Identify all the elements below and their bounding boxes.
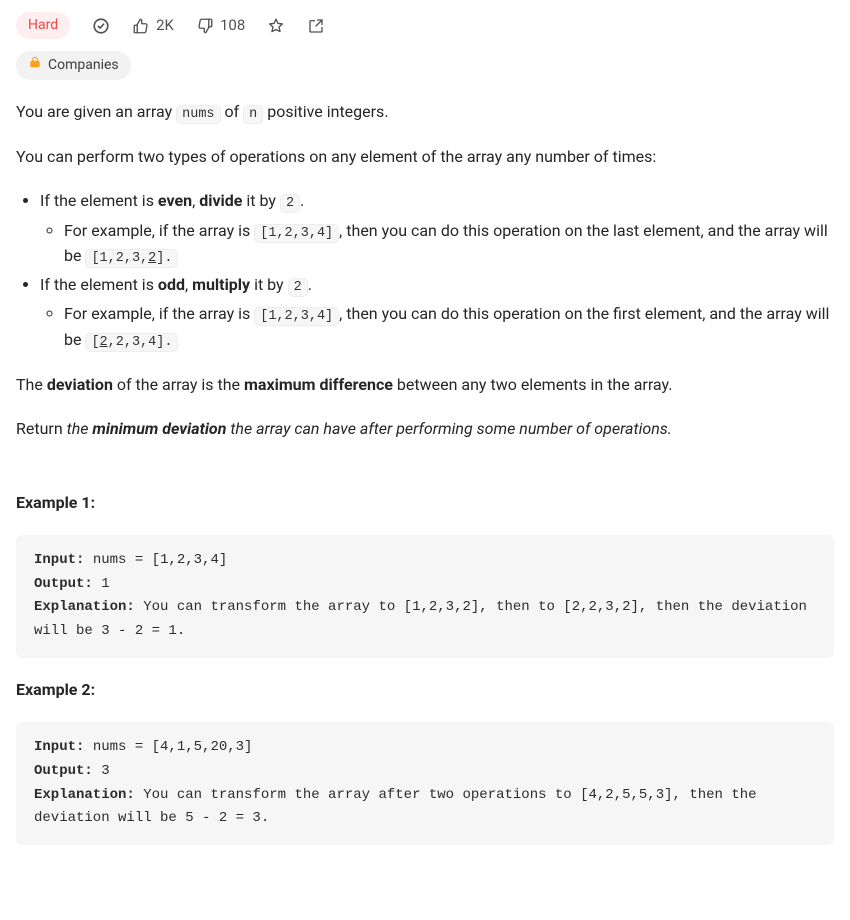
difficulty-badge: Hard — [16, 12, 70, 39]
thumbs-up-icon — [132, 17, 150, 35]
thumbs-down-icon — [196, 17, 214, 35]
dislikes-button[interactable]: 108 — [196, 14, 245, 37]
problem-header: Hard 2K 108 — [16, 12, 834, 39]
odd-example: For example, if the array is [1,2,3,4], … — [64, 302, 834, 353]
intro-paragraph: You are given an array nums of n positiv… — [16, 100, 834, 125]
problem-description: You are given an array nums of n positiv… — [16, 100, 834, 845]
favorite-button[interactable] — [267, 17, 285, 35]
example-1-label: Example 1: — [16, 491, 834, 515]
solved-check-icon[interactable] — [92, 17, 110, 35]
companies-label: Companies — [48, 55, 119, 76]
likes-count: 2K — [156, 14, 174, 37]
ops-list: If the element is even, divide it by 2. … — [16, 189, 834, 353]
deviation-def: The deviation of the array is the maximu… — [16, 373, 834, 397]
return-statement: Return the minimum deviation the array c… — [16, 417, 834, 441]
code-nums: nums — [176, 105, 220, 124]
likes-button[interactable]: 2K — [132, 14, 174, 37]
example-2-label: Example 2: — [16, 678, 834, 702]
lock-icon — [28, 55, 42, 76]
even-rule: If the element is even, divide it by 2. … — [40, 189, 834, 269]
even-example: For example, if the array is [1,2,3,4], … — [64, 219, 834, 270]
dislikes-count: 108 — [220, 14, 245, 37]
star-icon — [267, 17, 285, 35]
companies-button[interactable]: Companies — [16, 51, 131, 80]
odd-rule: If the element is odd, multiply it by 2.… — [40, 273, 834, 353]
example-1-block: Input: nums = [1,2,3,4] Output: 1 Explan… — [16, 535, 834, 658]
ops-intro: You can perform two types of operations … — [16, 145, 834, 169]
example-2-block: Input: nums = [4,1,5,20,3] Output: 3 Exp… — [16, 722, 834, 845]
share-button[interactable] — [307, 17, 325, 35]
code-n: n — [243, 105, 263, 124]
share-icon — [307, 17, 325, 35]
